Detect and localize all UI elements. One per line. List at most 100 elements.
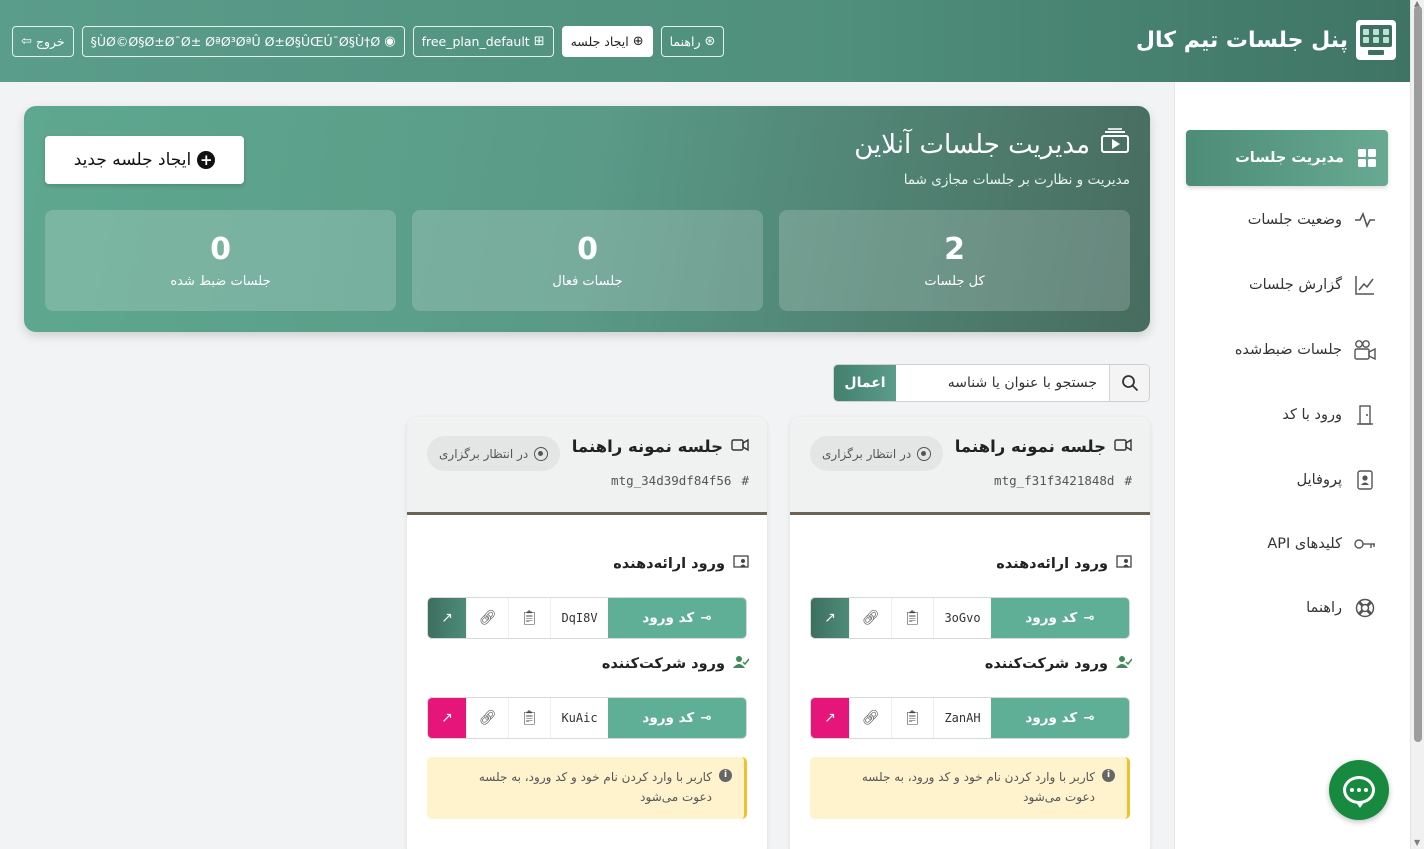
hero-panel: مدیریت جلسات آنلاین مدیریت و نظارت بر جل…: [24, 106, 1150, 332]
presenter-section-title: ورود ارائه‌دهنده: [996, 555, 1132, 573]
brand[interactable]: پنل جلسات تیم کال: [1136, 20, 1396, 60]
app-title: پنل جلسات تیم کال: [1135, 27, 1348, 53]
info-note: i کاربر با وارد کردن نام خود و کد ورود، …: [810, 757, 1130, 819]
top-header: پنل جلسات تیم کال ⇦ خروج §ÙØ©Ø§Ø±Ø¯Ø± Øª…: [0, 0, 1410, 82]
page-title: مدیریت جلسات آنلاین: [854, 128, 1130, 161]
stat-active-meetings: 0 جلسات فعال: [412, 210, 763, 311]
open-link-icon[interactable]: ↗: [811, 698, 849, 738]
record-circle-icon: [917, 446, 932, 461]
presenter-code: DqI8V: [550, 598, 608, 638]
hash-icon: #: [741, 473, 749, 488]
open-link-icon[interactable]: ↗: [428, 598, 466, 638]
plan-button[interactable]: free_plan_default ⊞: [412, 26, 554, 57]
meeting-card-header: جلسه نمونه راهنما mtg_f31f3421848d # در ا…: [790, 417, 1150, 515]
logout-icon: ⇦: [21, 34, 32, 49]
presenter-code-row: ↗ 🔗︎ 📋︎ 3oGvo ⊸ کد ورود: [810, 597, 1130, 639]
lifebuoy-icon: [1354, 597, 1376, 619]
status-badge: در انتظار برگزاری: [810, 436, 944, 471]
info-icon: i: [719, 769, 732, 782]
meeting-card: جلسه نمونه راهنما mtg_34d39df84f56 # در ا…: [407, 417, 767, 849]
logout-button[interactable]: ⇦ خروج: [12, 26, 74, 57]
presenter-icon: [733, 555, 749, 573]
search-bar: اعمال: [833, 364, 1150, 402]
sidebar-item-help[interactable]: راهنما: [1306, 588, 1376, 628]
page-scrollbar[interactable]: ▲ ▼: [1410, 0, 1424, 849]
video-play-icon: [1100, 128, 1130, 161]
brand-logo-icon: [1356, 20, 1396, 60]
status-badge: در انتظار برگزاری: [427, 436, 561, 471]
open-link-icon[interactable]: ↗: [428, 698, 466, 738]
sidebar-item-profile[interactable]: پروفایل: [1297, 460, 1376, 500]
new-meeting-button[interactable]: + ایجاد جلسه جدید: [45, 136, 244, 184]
scrollbar-thumb[interactable]: [1414, 6, 1422, 742]
search-icon[interactable]: [1109, 365, 1149, 401]
meeting-card-header: جلسه نمونه راهنما mtg_34d39df84f56 # در ا…: [407, 417, 767, 515]
key-icon: [1354, 533, 1376, 555]
pulse-icon: [1354, 209, 1376, 231]
copy-link-icon[interactable]: 🔗︎: [849, 698, 891, 738]
gift-icon: ⊞: [533, 34, 545, 49]
code-label: ⊸ کد ورود: [991, 598, 1129, 638]
key-icon: ⊸: [1083, 710, 1095, 726]
clipboard-icon[interactable]: 📋︎: [891, 698, 933, 738]
person-check-icon: [733, 655, 750, 673]
sidebar-item-recorded-meetings[interactable]: جلسات ضبط‌شده: [1235, 330, 1376, 370]
sidebar-item-meeting-management[interactable]: مدیریت جلسات: [1186, 130, 1388, 186]
key-icon: ⊸: [700, 610, 712, 626]
header-actions: ⇦ خروج §ÙØ©Ø§Ø±Ø¯Ø± ØªØ³ØªÛ Ø±Ø§ÛŒÚ¯Ø§Ù†…: [12, 26, 725, 57]
presenter-code: 3oGvo: [933, 598, 991, 638]
sidebar-item-meeting-status[interactable]: وضعیت جلسات: [1248, 200, 1376, 240]
attendee-code-row: ↗ 🔗︎ 📋︎ ZanAH ⊸ کد ورود: [810, 697, 1130, 739]
code-label: ⊸ کد ورود: [608, 598, 746, 638]
clipboard-icon[interactable]: 📋︎: [508, 598, 550, 638]
attendee-code: ZanAH: [933, 698, 991, 738]
key-icon: ⊸: [1083, 610, 1095, 626]
scroll-down-icon[interactable]: ▼: [1414, 838, 1420, 847]
create-meeting-header-button[interactable]: ایجاد جلسه ⊕: [561, 26, 653, 57]
plus-circle-icon: +: [197, 151, 216, 169]
sidebar-item-join-with-code[interactable]: ورود با کد: [1282, 395, 1376, 435]
apply-search-button[interactable]: اعمال: [834, 365, 896, 401]
attendee-code-row: ↗ 🔗︎ 📋︎ KuAic ⊸ کد ورود: [427, 697, 747, 739]
help-header-button[interactable]: راهنما ⊛: [660, 26, 725, 57]
user-circle-icon: ◉: [384, 34, 396, 49]
copy-link-icon[interactable]: 🔗︎: [466, 698, 508, 738]
page-subtitle: مدیریت و نظارت بر جلسات مجازی شما: [903, 172, 1130, 188]
grid-icon: [1356, 147, 1378, 169]
code-label: ⊸ کد ورود: [991, 698, 1129, 738]
camera-reels-icon: [1354, 339, 1376, 361]
record-circle-icon: [534, 446, 549, 461]
meeting-id: mtg_f31f3421848d #: [994, 473, 1132, 488]
video-camera-icon: [731, 438, 749, 456]
copy-link-icon[interactable]: 🔗︎: [849, 598, 891, 638]
presenter-code-row: ↗ 🔗︎ 📋︎ DqI8V ⊸ کد ورود: [427, 597, 747, 639]
video-camera-icon: [1114, 438, 1132, 456]
search-input[interactable]: [896, 365, 1109, 401]
clipboard-icon[interactable]: 📋︎: [891, 598, 933, 638]
meeting-card: جلسه نمونه راهنما mtg_f31f3421848d # در ا…: [790, 417, 1150, 849]
plus-circle-icon: ⊕: [632, 34, 644, 49]
meeting-title: جلسه نمونه راهنما: [955, 437, 1132, 456]
stat-recorded-meetings: 0 جلسات ضبط شده: [45, 210, 396, 311]
sidebar-item-api-keys[interactable]: کلیدهای API: [1267, 524, 1376, 564]
stat-total-meetings: 2 کل جلسات: [779, 210, 1130, 311]
sidebar: مدیریت جلسات وضعیت جلسات گزارش جلسات جلس…: [1174, 82, 1410, 849]
door-icon: [1354, 404, 1376, 426]
meeting-title: جلسه نمونه راهنما: [572, 437, 749, 456]
code-label: ⊸ کد ورود: [608, 698, 746, 738]
clipboard-icon[interactable]: 📋︎: [508, 698, 550, 738]
key-icon: ⊸: [700, 710, 712, 726]
user-account-button[interactable]: §ÙØ©Ø§Ø±Ø¯Ø± ØªØ³ØªÛ Ø±Ø§ÛŒÚ¯Ø§Ù†Ø ◉: [81, 26, 405, 57]
presenter-section-title: ورود ارائه‌دهنده: [613, 555, 749, 573]
open-link-icon[interactable]: ↗: [811, 598, 849, 638]
chat-support-button[interactable]: [1329, 760, 1389, 820]
copy-link-icon[interactable]: 🔗︎: [466, 598, 508, 638]
lifebuoy-icon: ⊛: [704, 34, 716, 49]
attendee-section-title: ورود شرکت‌کننده: [985, 655, 1133, 673]
hash-icon: #: [1124, 473, 1132, 488]
info-note: i کاربر با وارد کردن نام خود و کد ورود، …: [427, 757, 747, 819]
chart-line-icon: [1354, 274, 1376, 296]
attendee-section-title: ورود شرکت‌کننده: [602, 655, 750, 673]
sidebar-item-meeting-reports[interactable]: گزارش جلسات: [1249, 265, 1376, 305]
presenter-icon: [1116, 555, 1132, 573]
